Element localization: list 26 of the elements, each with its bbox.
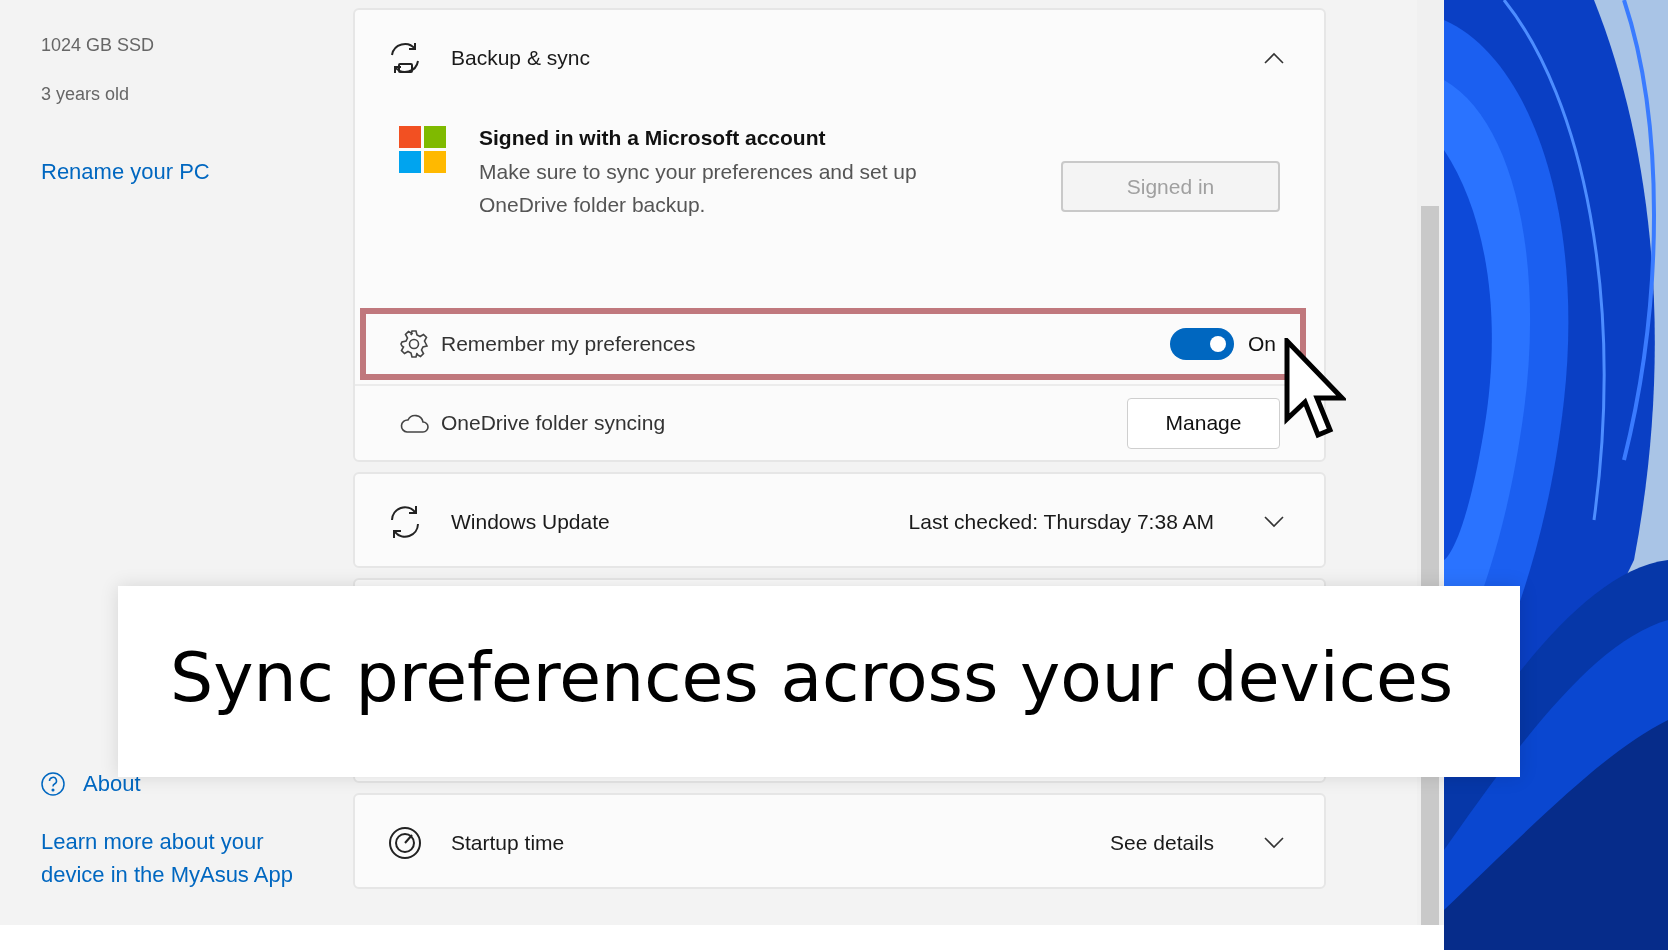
card-title: Windows Update xyxy=(451,510,611,534)
manage-button[interactable]: Manage xyxy=(1127,397,1280,449)
card-title: Startup time xyxy=(451,831,566,855)
chevron-down-icon[interactable] xyxy=(1264,516,1284,528)
caption-text: Sync preferences across your devices xyxy=(170,638,1454,717)
windows-logo-icon xyxy=(399,126,446,173)
help-icon xyxy=(41,771,65,796)
setting-label: Remember my preferences xyxy=(441,332,697,356)
toggle-state: On xyxy=(1248,332,1277,356)
rename-link[interactable]: Rename your PC xyxy=(41,155,210,188)
chevron-up-icon[interactable] xyxy=(1264,52,1284,64)
myasus-link[interactable]: Learn more about your device in the MyAsus App xyxy=(41,825,301,891)
chevron-down-icon[interactable] xyxy=(1264,837,1284,849)
spec-text: 3 years old xyxy=(41,83,131,105)
about-link[interactable]: About xyxy=(41,767,141,800)
account-description: Make sure to sync your preferences and set up OneDrive folder backup. xyxy=(479,159,918,218)
gauge-icon xyxy=(387,825,423,861)
status-text: See details xyxy=(1110,831,1214,855)
account-title: Signed in with a Microsoft account xyxy=(479,126,827,150)
card-title: Backup & sync xyxy=(451,46,591,70)
toggle-switch[interactable] xyxy=(1170,328,1234,360)
status-text: Last checked: Thursday 7:38 AM xyxy=(908,510,1214,534)
spec-text: 1024 GB SSD xyxy=(41,34,156,56)
cloud-icon xyxy=(399,412,429,434)
gear-icon xyxy=(399,329,429,359)
setting-label: OneDrive folder syncing xyxy=(441,411,667,435)
